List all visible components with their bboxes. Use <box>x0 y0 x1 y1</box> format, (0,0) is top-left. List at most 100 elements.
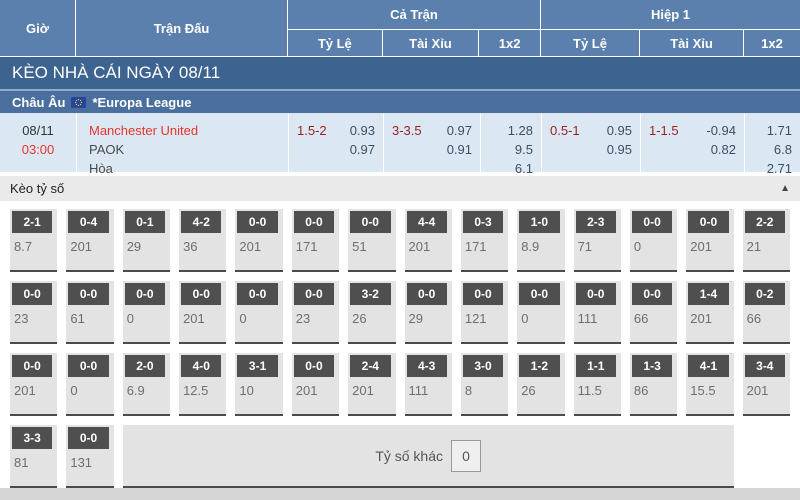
score-cell[interactable]: 2-4201 <box>348 353 395 416</box>
score-cell[interactable]: 0-129 <box>123 209 170 272</box>
header-match: Trận Đấu <box>76 0 288 56</box>
full-1x2-away: 9.5 <box>489 140 533 159</box>
score-cell[interactable]: 0-00 <box>235 281 282 344</box>
score-cell[interactable]: 2-371 <box>574 209 621 272</box>
score-odds-value: 29 <box>127 239 170 254</box>
score-label: 0-0 <box>237 211 277 233</box>
collapse-arrow-icon[interactable]: ▲ <box>780 183 790 194</box>
score-cell[interactable]: 0-0201 <box>686 209 733 272</box>
score-cell[interactable]: 0-0201 <box>235 209 282 272</box>
score-cell[interactable]: 0-4201 <box>66 209 113 272</box>
score-cell[interactable]: 0-0201 <box>10 353 57 416</box>
score-odds-value: 10 <box>239 383 282 398</box>
score-cell[interactable]: 2-221 <box>743 209 790 272</box>
half-handicap-cell[interactable]: 0.5-10.95 0.95 <box>541 113 640 172</box>
score-odds-value: 86 <box>634 383 677 398</box>
score-label: 0-0 <box>519 283 559 305</box>
score-cell[interactable]: 1-111.5 <box>574 353 621 416</box>
score-cell[interactable]: 4-236 <box>179 209 226 272</box>
score-cell[interactable]: 0-0201 <box>292 353 339 416</box>
score-odds-value: 26 <box>521 383 564 398</box>
match-teams-cell: Manchester United PAOK Hòa <box>76 113 288 172</box>
score-odds-value: 36 <box>183 239 226 254</box>
score-cell[interactable]: 0-051 <box>348 209 395 272</box>
score-cell[interactable]: 3-110 <box>235 353 282 416</box>
score-cell[interactable]: 1-226 <box>517 353 564 416</box>
score-label: 3-3 <box>12 427 52 449</box>
score-cell[interactable]: 2-18.7 <box>10 209 57 272</box>
score-cell[interactable]: 0-266 <box>743 281 790 344</box>
score-cell[interactable]: 0-061 <box>66 281 113 344</box>
header-group-first-half: Hiệp 1 Tỷ Lệ Tài Xỉu 1x2 <box>541 0 800 56</box>
score-odds-value: 12.5 <box>183 383 226 398</box>
score-cell[interactable]: 3-381 <box>10 425 57 488</box>
score-cell[interactable]: 3-226 <box>348 281 395 344</box>
score-label: 4-0 <box>181 355 221 377</box>
score-cell[interactable]: 0-0121 <box>461 281 508 344</box>
full-1x2-home: 1.28 <box>489 121 533 140</box>
header-half-handicap: Tỷ Lệ <box>541 30 640 56</box>
score-cell[interactable]: 0-00 <box>517 281 564 344</box>
score-cell[interactable]: 0-0131 <box>66 425 113 488</box>
bottom-strip <box>0 488 800 500</box>
header-full-1x2: 1x2 <box>479 30 540 56</box>
score-cell[interactable]: 0-3171 <box>461 209 508 272</box>
score-cell[interactable]: 0-029 <box>405 281 452 344</box>
full-handicap-cell[interactable]: 1.5-20.93 0.97 <box>288 113 383 172</box>
score-label: 0-3 <box>463 211 503 233</box>
score-cell[interactable]: 3-4201 <box>743 353 790 416</box>
full-handicap-line: 1.5-2 <box>297 121 327 140</box>
score-label: 0-0 <box>294 211 334 233</box>
header-half-1x2: 1x2 <box>744 30 800 56</box>
score-cell[interactable]: 1-4201 <box>686 281 733 344</box>
score-label: 0-0 <box>632 211 672 233</box>
score-cell[interactable]: 3-08 <box>461 353 508 416</box>
score-label: 0-0 <box>294 355 334 377</box>
score-cell[interactable]: 0-00 <box>630 209 677 272</box>
score-label: 2-4 <box>350 355 390 377</box>
score-label: 0-2 <box>745 283 785 305</box>
score-cell[interactable]: 0-023 <box>10 281 57 344</box>
score-cell[interactable]: 0-00 <box>66 353 113 416</box>
score-label: 1-0 <box>519 211 559 233</box>
score-cell[interactable]: 0-0201 <box>179 281 226 344</box>
score-cell[interactable]: 1-386 <box>630 353 677 416</box>
score-cell[interactable]: 2-06.9 <box>123 353 170 416</box>
score-cell[interactable]: 4-3111 <box>405 353 452 416</box>
full-1x2-cell[interactable]: 1.28 9.5 6.1 <box>480 113 541 172</box>
score-label: 0-0 <box>68 283 108 305</box>
score-odds-value: 201 <box>296 383 339 398</box>
score-label: 4-4 <box>407 211 447 233</box>
match-row: 08/11 03:00 Manchester United PAOK Hòa 1… <box>0 113 800 172</box>
score-section-header: Kèo tỷ số ▲ <box>0 176 800 201</box>
score-label: 4-2 <box>181 211 221 233</box>
full-ou-over-odds: 0.97 <box>447 121 472 140</box>
half-over-under-cell[interactable]: 1-1.5-0.94 0.82 <box>640 113 744 172</box>
score-cell[interactable]: 0-023 <box>292 281 339 344</box>
score-odds-value: 201 <box>690 239 733 254</box>
other-score-box: Tỷ số khác0 <box>123 425 734 488</box>
score-label: 4-3 <box>407 355 447 377</box>
half-ou-under-odds: 0.82 <box>711 140 736 159</box>
half-1x2-cell[interactable]: 1.71 6.8 2.71 <box>744 113 800 172</box>
score-cell[interactable]: 0-00 <box>123 281 170 344</box>
other-score-input[interactable]: 0 <box>451 440 481 472</box>
score-odds-value: 66 <box>634 311 677 326</box>
full-handicap-away-odds: 0.97 <box>350 140 375 159</box>
score-cell[interactable]: 4-0 12.5 <box>179 353 226 416</box>
header-full-handicap: Tỷ Lệ <box>288 30 383 56</box>
score-cell[interactable]: 0-0111 <box>574 281 621 344</box>
score-odds-value: 121 <box>465 311 508 326</box>
score-odds-value: 201 <box>690 311 733 326</box>
score-label: 2-1 <box>12 211 52 233</box>
half-handicap-home-odds: 0.95 <box>607 121 632 140</box>
score-cell[interactable]: 0-066 <box>630 281 677 344</box>
score-label: 3-2 <box>350 283 390 305</box>
score-cell[interactable]: 1-08.9 <box>517 209 564 272</box>
match-time-cell: 08/11 03:00 <box>0 113 76 172</box>
match-date: 08/11 <box>0 121 76 140</box>
score-cell[interactable]: 4-115.5 <box>686 353 733 416</box>
score-cell[interactable]: 0-0171 <box>292 209 339 272</box>
full-over-under-cell[interactable]: 3-3.50.97 0.91 <box>383 113 480 172</box>
score-cell[interactable]: 4-4201 <box>405 209 452 272</box>
